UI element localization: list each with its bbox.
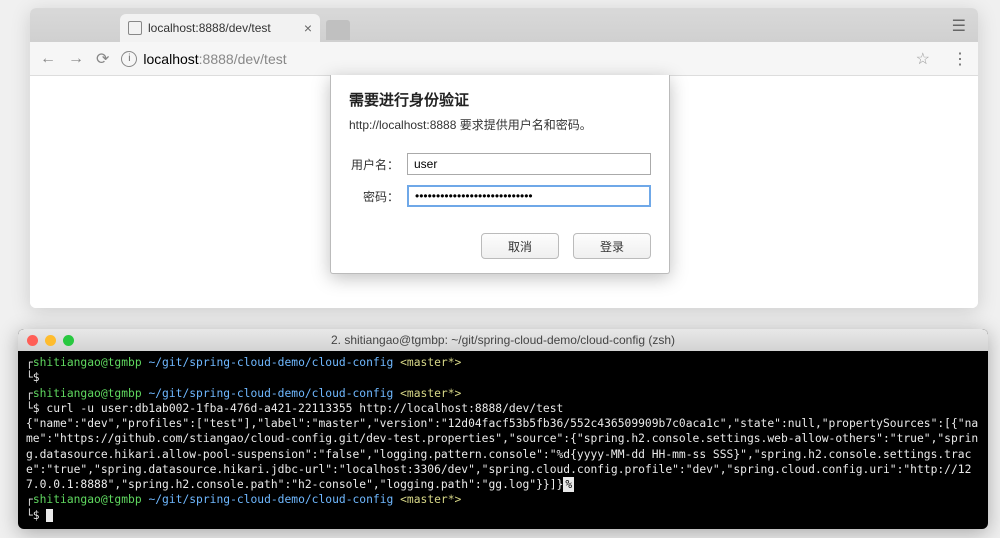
browser-toolbar: ← → ⟳ i localhost:8888/dev/test ☆ ⋮ bbox=[30, 42, 978, 76]
term-user: shitiangao@tgmbp bbox=[33, 356, 142, 369]
browser-window: localhost:8888/dev/test × ☰ ← → ⟳ i loca… bbox=[30, 8, 978, 308]
terminal-window: 2. shitiangao@tgmbp: ~/git/spring-cloud-… bbox=[18, 329, 988, 529]
address-bar[interactable]: i localhost:8888/dev/test bbox=[121, 51, 895, 67]
new-tab-button[interactable] bbox=[326, 20, 350, 40]
term-path: ~/git/spring-cloud-demo/cloud-config bbox=[148, 356, 393, 369]
close-window-icon[interactable] bbox=[27, 335, 38, 346]
auth-message: http://localhost:8888 要求提供用户名和密码。 bbox=[349, 116, 651, 133]
traffic-lights bbox=[27, 335, 74, 346]
username-input[interactable] bbox=[407, 153, 651, 175]
percent-indicator: % bbox=[563, 477, 574, 492]
zoom-window-icon[interactable] bbox=[63, 335, 74, 346]
browser-tab[interactable]: localhost:8888/dev/test × bbox=[120, 14, 320, 42]
url-path: :8888/dev/test bbox=[199, 51, 287, 67]
terminal-titlebar: 2. shitiangao@tgmbp: ~/git/spring-cloud-… bbox=[18, 329, 988, 351]
terminal-title: 2. shitiangao@tgmbp: ~/git/spring-cloud-… bbox=[331, 333, 675, 347]
term-output: {"name":"dev","profiles":["test"],"label… bbox=[26, 417, 978, 491]
cursor-icon bbox=[46, 509, 53, 522]
auth-title: 需要进行身份验证 bbox=[349, 89, 651, 110]
password-input[interactable] bbox=[407, 185, 651, 207]
tab-strip: localhost:8888/dev/test × ☰ bbox=[30, 8, 978, 42]
url-host: localhost bbox=[143, 51, 198, 67]
cancel-button[interactable]: 取消 bbox=[481, 233, 559, 259]
browser-menu-icon[interactable]: ⋮ bbox=[952, 49, 968, 69]
username-label: 用户名： bbox=[349, 156, 407, 173]
page-favicon-icon bbox=[128, 21, 142, 35]
forward-button[interactable]: → bbox=[68, 50, 84, 68]
term-command: curl -u user:db1ab002-1fba-476d-a421-221… bbox=[46, 402, 563, 415]
minimize-window-icon[interactable] bbox=[45, 335, 56, 346]
term-branch: <master*> bbox=[400, 356, 461, 369]
reload-button[interactable]: ⟳ bbox=[96, 49, 109, 69]
page-content: 需要进行身份验证 http://localhost:8888 要求提供用户名和密… bbox=[30, 76, 978, 308]
tab-title: localhost:8888/dev/test bbox=[148, 21, 271, 35]
profile-icon[interactable]: ☰ bbox=[952, 16, 966, 36]
auth-dialog: 需要进行身份验证 http://localhost:8888 要求提供用户名和密… bbox=[330, 75, 670, 274]
terminal-body[interactable]: ┌shitiangao@tgmbp ~/git/spring-cloud-dem… bbox=[18, 351, 988, 527]
login-button[interactable]: 登录 bbox=[573, 233, 651, 259]
back-button[interactable]: ← bbox=[40, 50, 56, 68]
site-info-icon[interactable]: i bbox=[121, 51, 137, 67]
bookmark-icon[interactable]: ☆ bbox=[916, 49, 930, 69]
close-tab-icon[interactable]: × bbox=[304, 20, 312, 36]
password-label: 密码： bbox=[349, 188, 407, 205]
